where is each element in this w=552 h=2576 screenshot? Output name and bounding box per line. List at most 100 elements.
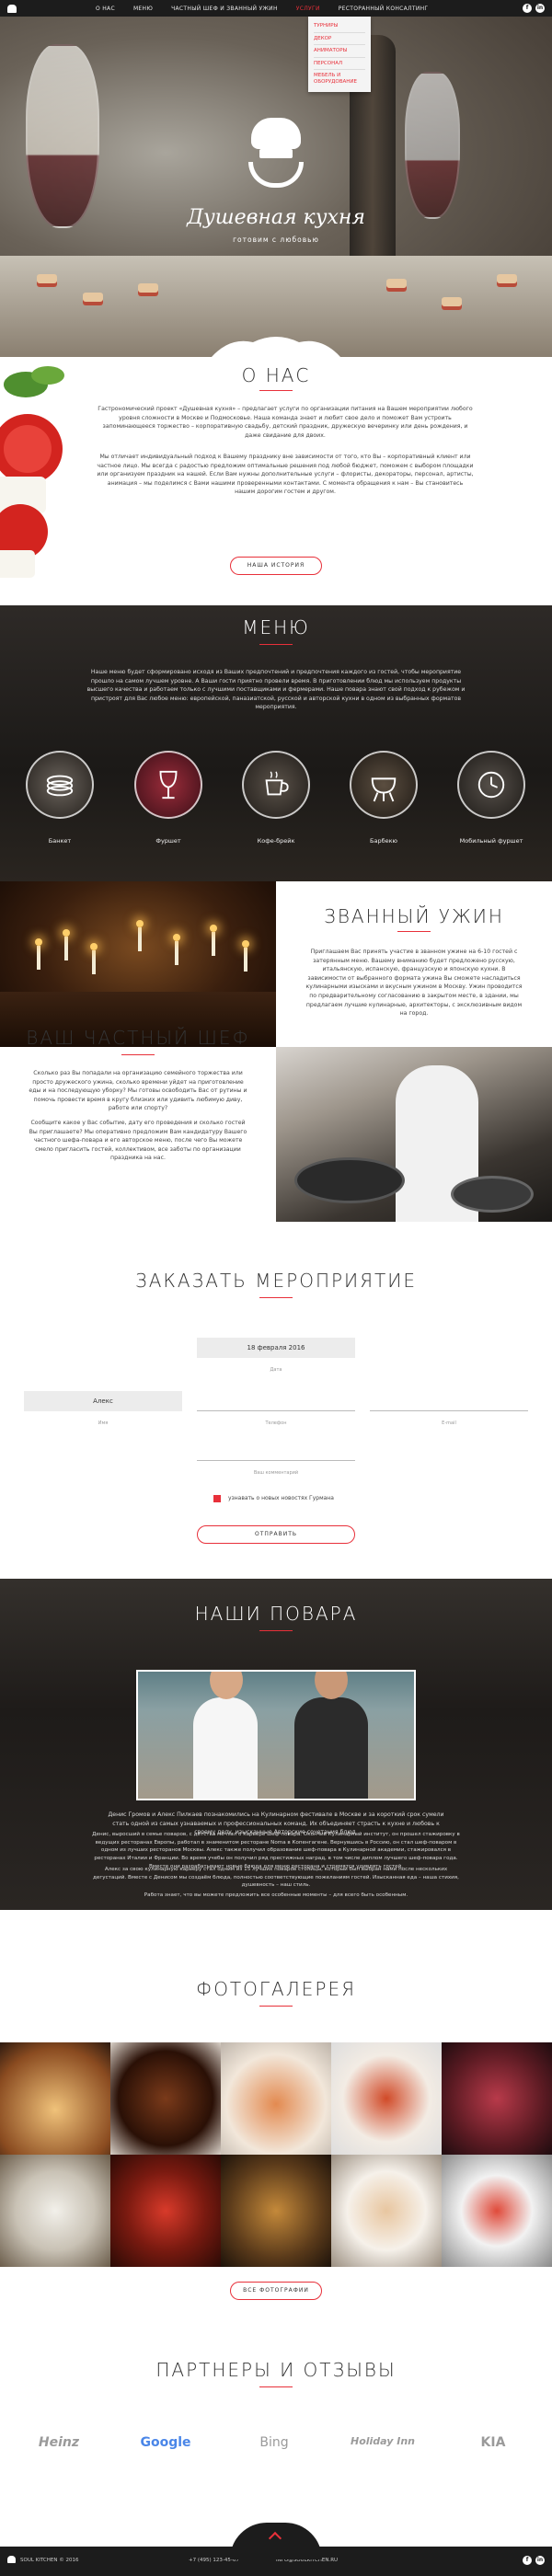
dropdown-item-furniture[interactable]: МЕБЕЛЬ И ОБОРУДОВАНИЕ xyxy=(314,70,365,87)
buffet-circle[interactable] xyxy=(134,751,202,819)
order-title: ЗАКАЗАТЬ МЕРОПРИЯТИЕ xyxy=(134,1270,417,1292)
top-navigation: О НАС МЕНЮ ЧАСТНЫЙ ШЕФ И ЗВАННЫЙ УЖИН УС… xyxy=(0,0,552,17)
gallery-title: ФОТОГАЛЕРЕЯ xyxy=(195,1978,356,2000)
hero-banner: Душевная кухня готовим с любовью xyxy=(0,17,552,357)
facebook-icon[interactable]: f xyxy=(523,4,532,13)
dropdown-item-animators[interactable]: АНИМАТОРЫ xyxy=(314,45,365,58)
phone-field[interactable] xyxy=(197,1391,355,1411)
tomato-mozzarella-image xyxy=(0,366,64,578)
social-links: f in xyxy=(523,4,545,13)
gallery-photo[interactable] xyxy=(221,2155,331,2267)
kia-logo[interactable]: KIA xyxy=(447,2435,539,2450)
nav-item-consulting[interactable]: РЕСТОРАННЫЙ КОНСАЛТИНГ xyxy=(339,6,429,12)
copyright-text: SOUL KITCHEN © 2016 xyxy=(20,2558,79,2563)
canape-image xyxy=(83,293,103,305)
grill-icon xyxy=(371,777,397,802)
facebook-icon[interactable]: f xyxy=(523,2556,532,2565)
candle-image xyxy=(210,925,217,956)
nav-item-about[interactable]: О НАС xyxy=(96,6,115,12)
submit-button[interactable]: ОТПРАВИТЬ xyxy=(197,1525,355,1544)
gallery-photo[interactable] xyxy=(442,2042,552,2155)
gallery-photo[interactable] xyxy=(0,2155,110,2267)
dropdown-item-decor[interactable]: ДЕКОР xyxy=(314,33,365,46)
plate-image xyxy=(294,1157,405,1203)
our-story-button[interactable]: НАША ИСТОРИЯ xyxy=(230,557,322,575)
date-field[interactable]: 18 февраля 2016 xyxy=(197,1338,355,1358)
canape-image xyxy=(37,274,57,287)
email-field[interactable] xyxy=(370,1391,528,1411)
chef-person-image xyxy=(193,1672,258,1799)
menu-description: Наше меню будет сформировано исходя из В… xyxy=(86,669,466,711)
comment-label: Ваш комментарий xyxy=(253,1470,299,1476)
holiday-inn-logo[interactable]: Holiday Inn xyxy=(337,2435,429,2447)
all-photos-button[interactable]: ВСЕ ФОТОГРАФИИ xyxy=(230,2282,322,2300)
clock-icon xyxy=(477,771,505,799)
dropdown-item-tournaments[interactable]: ТУРНИРЫ xyxy=(314,20,365,33)
title-underline xyxy=(397,931,431,932)
title-underline xyxy=(259,644,293,645)
scroll-up-icon[interactable] xyxy=(268,2531,282,2546)
menu-category-label[interactable]: Фуршет xyxy=(122,837,214,845)
candle-image xyxy=(242,940,249,972)
gallery-photo[interactable] xyxy=(442,2155,552,2267)
chef-paragraph-1: Сколько раз Вы попадали на организацию с… xyxy=(29,1070,247,1112)
partners-title: ПАРТНЕРЫ И ОТЗЫВЫ xyxy=(155,2359,397,2381)
coffee-cup-icon xyxy=(265,771,289,796)
plates-stack-icon xyxy=(46,775,74,797)
title-underline xyxy=(121,1054,155,1055)
title-underline xyxy=(259,2386,293,2387)
gallery-photo[interactable] xyxy=(221,2042,331,2155)
menu-category-label[interactable]: Банкет xyxy=(14,837,106,845)
gallery-photo[interactable] xyxy=(331,2042,442,2155)
site-logo xyxy=(230,118,322,188)
bing-logo[interactable]: Bing xyxy=(228,2435,320,2450)
chef-hat-logo-icon xyxy=(7,2556,16,2563)
dinner-description: Приглашаем Вас принять участие в званном… xyxy=(305,949,523,1018)
menu-category-label[interactable]: Барбекю xyxy=(338,837,430,845)
banquet-circle[interactable] xyxy=(26,751,94,819)
google-logo[interactable]: Google xyxy=(120,2435,212,2450)
nav-item-services[interactable]: УСЛУГИ xyxy=(296,6,320,12)
barbecue-circle[interactable] xyxy=(350,751,418,819)
name-label: Имя xyxy=(98,1420,109,1426)
chef-head-image xyxy=(315,1672,348,1699)
nav-item-menu[interactable]: МЕНЮ xyxy=(133,6,153,12)
candle-image xyxy=(173,934,180,965)
wine-glass-image xyxy=(405,72,460,219)
name-field[interactable]: Алекс xyxy=(24,1391,182,1411)
chef-hat-logo-icon[interactable] xyxy=(7,4,17,13)
canape-image xyxy=(386,279,407,292)
wine-glass-icon xyxy=(159,770,178,799)
comment-field[interactable] xyxy=(197,1441,355,1461)
candle-image xyxy=(90,943,98,974)
linkedin-icon[interactable]: in xyxy=(535,2556,545,2565)
gallery-photo[interactable] xyxy=(331,2155,442,2267)
heinz-logo[interactable]: Heinz xyxy=(13,2435,105,2450)
cooks-paragraph-3: Алекс за свою кулинарную карьеру стал од… xyxy=(93,1867,459,1889)
menu-category-label[interactable]: Мобильный фуршет xyxy=(445,837,537,845)
gallery-photo[interactable] xyxy=(110,2042,221,2155)
plate-image xyxy=(451,1176,534,1213)
dinner-table-image xyxy=(0,881,276,1047)
gallery-photo[interactable] xyxy=(0,2042,110,2155)
gallery-photo[interactable] xyxy=(110,2155,221,2267)
linkedin-icon[interactable]: in xyxy=(535,4,545,13)
chef-title: ВАШ ЧАСТНЫЙ ШЕФ xyxy=(26,1027,250,1049)
menu-category-label[interactable]: Кофе-брейк xyxy=(230,837,322,845)
newsletter-checkbox[interactable] xyxy=(213,1495,221,1502)
brand-name: Душевная кухня xyxy=(187,206,365,229)
bowl-icon xyxy=(248,162,304,188)
mobile-buffet-circle[interactable] xyxy=(457,751,525,819)
date-label: Дата xyxy=(270,1367,282,1373)
main-menu: О НАС МЕНЮ ЧАСТНЫЙ ШЕФ И ЗВАННЫЙ УЖИН УС… xyxy=(96,6,428,12)
title-underline xyxy=(259,390,293,391)
nav-item-private-chef[interactable]: ЧАСТНЫЙ ШЕФ И ЗВАННЫЙ УЖИН xyxy=(171,6,278,12)
canape-image xyxy=(442,297,462,310)
dinner-title: ЗВАННЫЙ УЖИН xyxy=(324,905,504,927)
menu-title: МЕНЮ xyxy=(242,616,310,638)
dropdown-item-staff[interactable]: ПЕРСОНАЛ xyxy=(314,58,365,71)
chefs-photo xyxy=(136,1670,416,1800)
coffee-break-circle[interactable] xyxy=(242,751,310,819)
cooks-paragraph-4: Работа знает, что вы можете предложить в… xyxy=(144,1892,408,1898)
email-label: E-mail xyxy=(442,1420,456,1426)
